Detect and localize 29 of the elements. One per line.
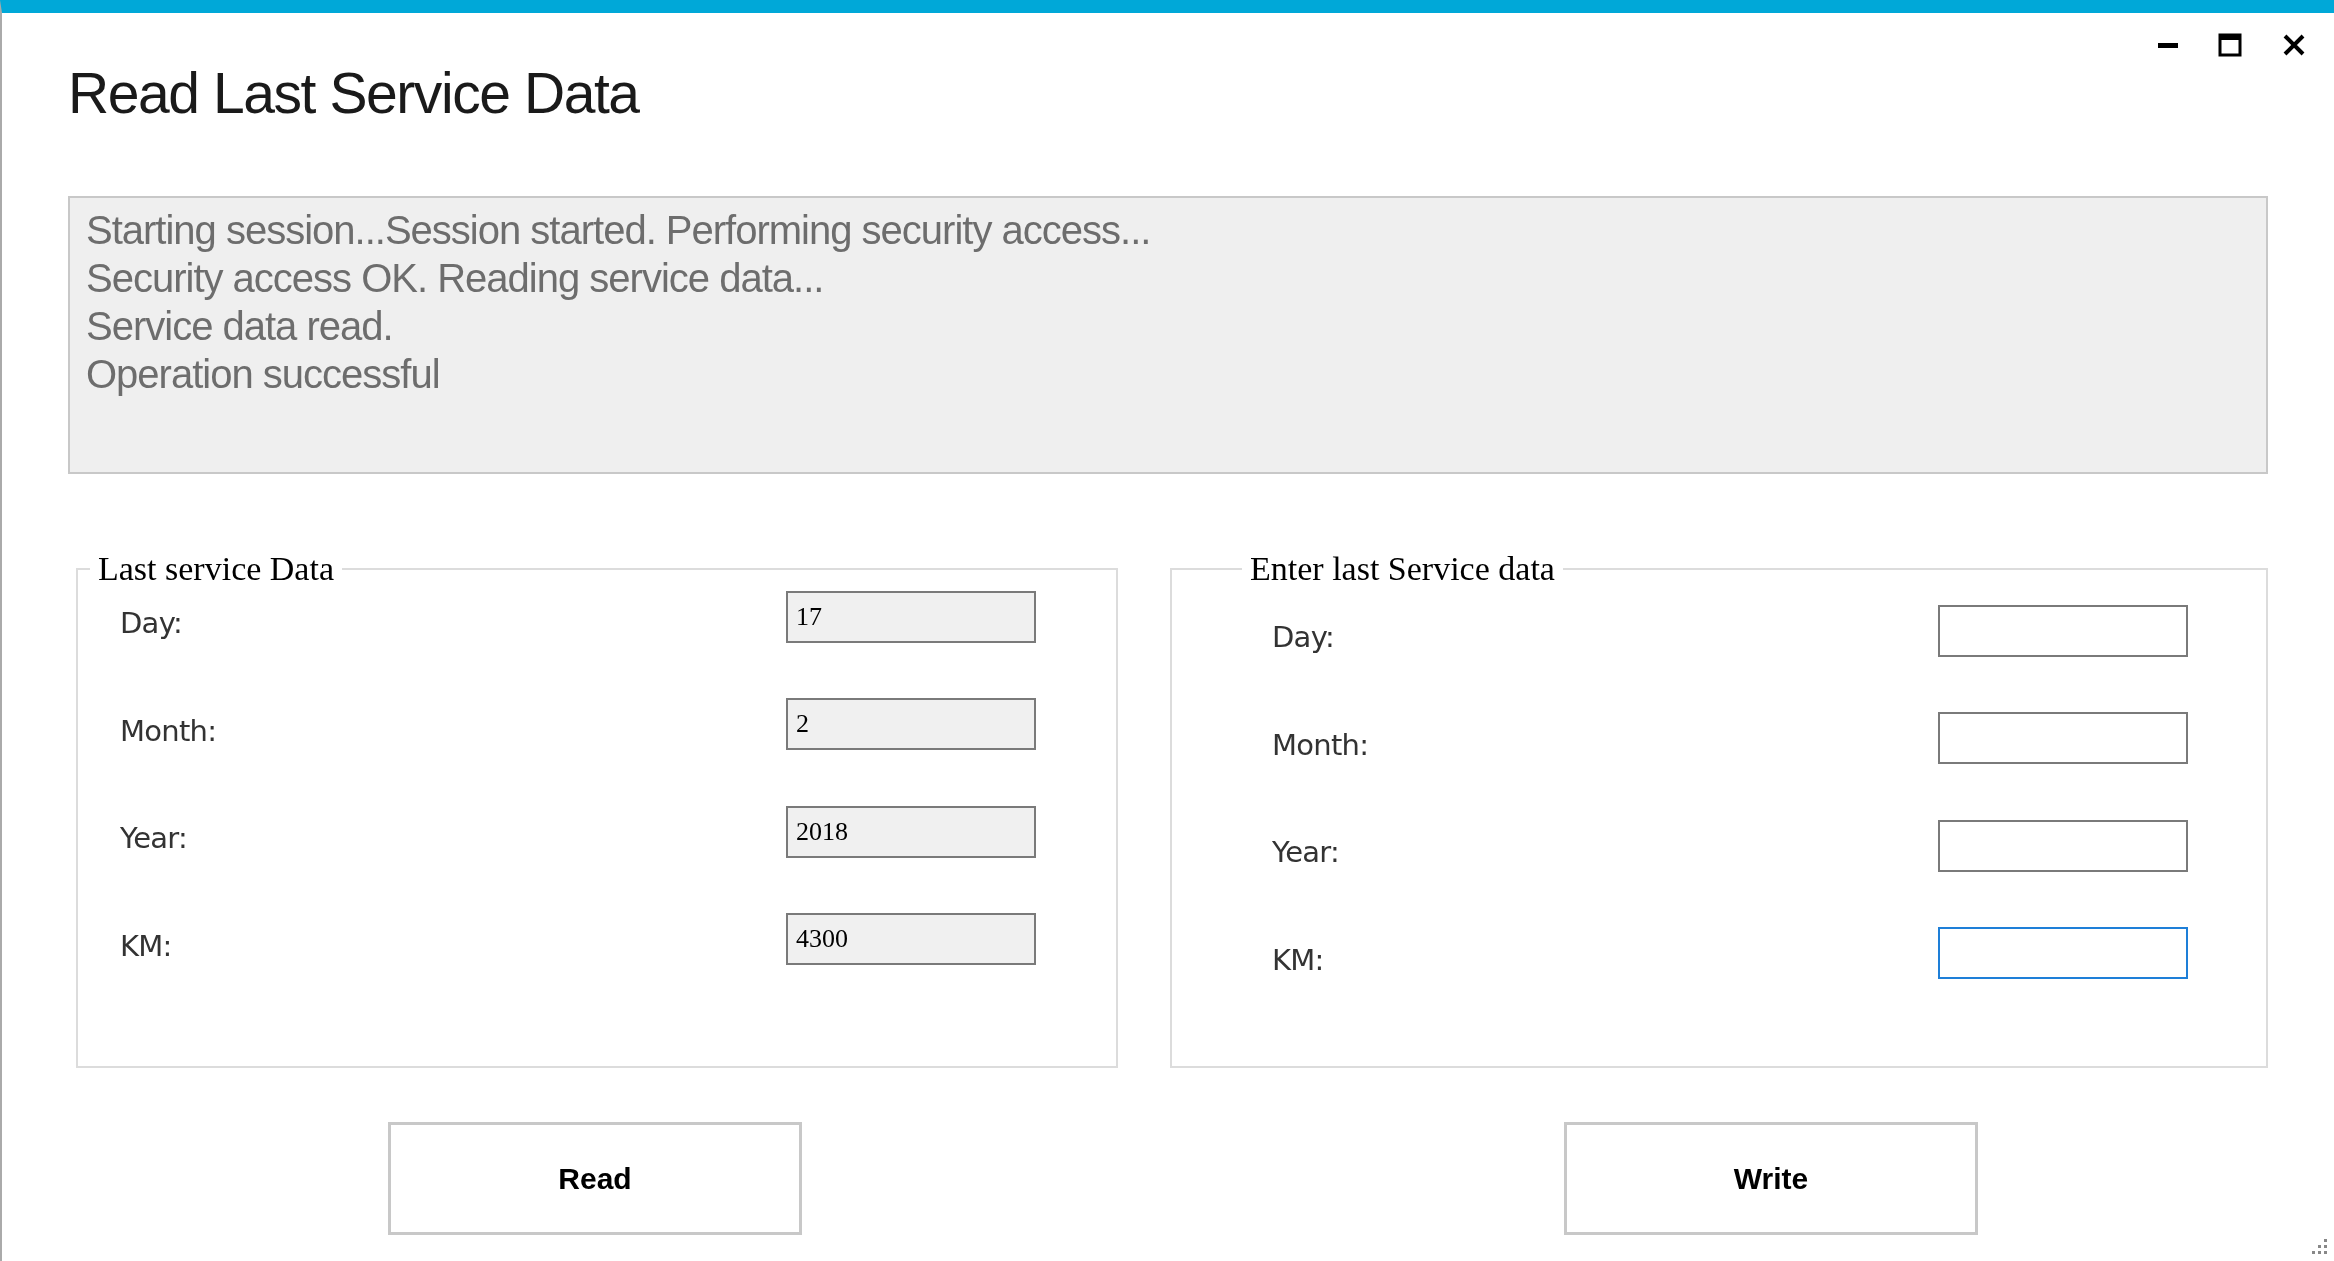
window-title: Read Last Service Data: [68, 65, 641, 122]
maximize-icon[interactable]: [2218, 33, 2242, 57]
field-label: Day:: [1272, 619, 1335, 656]
input-field[interactable]: [1938, 604, 2188, 657]
input-field[interactable]: 17: [786, 590, 1036, 643]
input-field[interactable]: [1938, 819, 2188, 872]
minimize-icon[interactable]: [2158, 41, 2178, 49]
field-label: KM:: [1272, 941, 1324, 979]
log-line: Security access OK. Reading service data...: [86, 255, 825, 302]
field-label: Month:: [120, 712, 217, 750]
action-button[interactable]: Write: [1564, 1122, 1978, 1235]
field-label: KM:: [120, 927, 172, 965]
group-title: Enter last Service data: [1249, 552, 1556, 586]
input-field[interactable]: 2: [786, 698, 1036, 751]
input-field[interactable]: 2018: [786, 805, 1036, 858]
action-button[interactable]: Read: [388, 1122, 802, 1235]
group-title: Last service Data: [97, 552, 335, 586]
input-field[interactable]: 4300: [786, 913, 1036, 966]
close-icon[interactable]: [2282, 33, 2306, 57]
field-label: Month:: [1272, 726, 1369, 764]
log-line: Operation successful: [86, 351, 441, 398]
input-field[interactable]: [1938, 712, 2188, 765]
log-line: Starting session...Session started. Performing security access...: [86, 207, 1152, 254]
log-line: Service data read.: [86, 303, 394, 350]
field-label: Year:: [120, 820, 188, 857]
resize-grip-icon[interactable]: [2310, 1237, 2328, 1255]
field-label: Day:: [120, 605, 183, 642]
field-label: Year:: [1272, 834, 1340, 871]
input-field[interactable]: [1938, 927, 2188, 980]
